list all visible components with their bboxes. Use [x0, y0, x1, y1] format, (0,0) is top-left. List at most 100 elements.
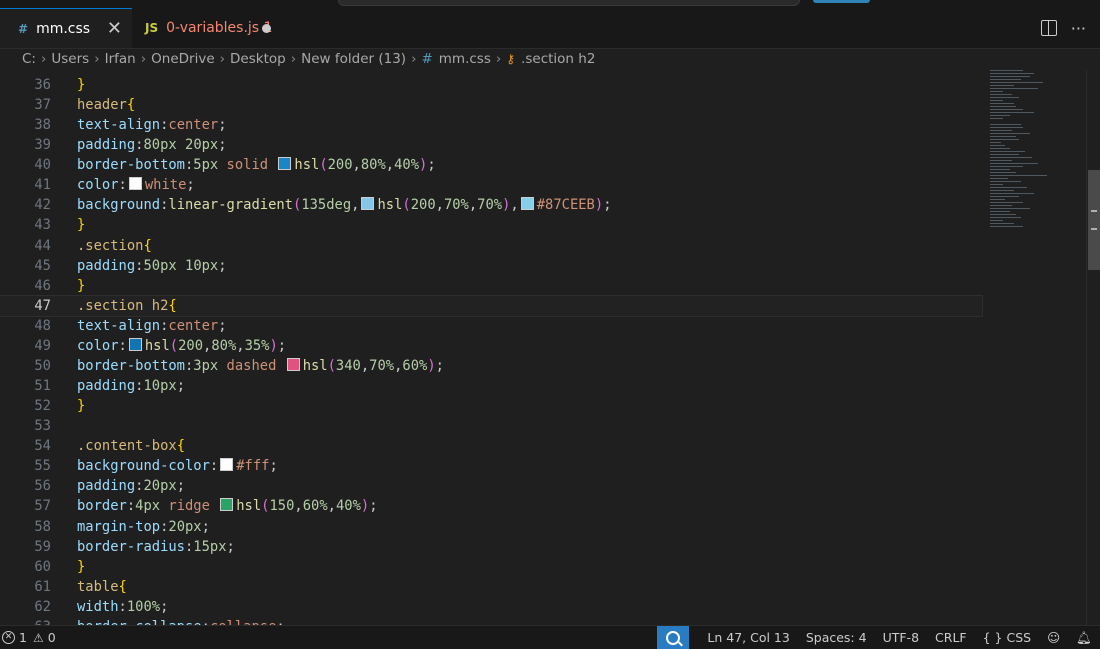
line-code[interactable]: table{	[77, 577, 127, 597]
line-code[interactable]: text-align:center;	[77, 316, 227, 336]
more-actions-icon[interactable]: ···	[1071, 19, 1086, 38]
code-line[interactable]: 50 border-bottom:3px dashed hsl(340,70%,6…	[0, 356, 982, 376]
line-code[interactable]: border-bottom:5px solid hsl(200,80%,40%)…	[77, 155, 436, 175]
line-code[interactable]: width:100%;	[77, 597, 168, 617]
breadcrumb-item[interactable]: C:	[22, 51, 36, 67]
code-line[interactable]: 44 .section{	[0, 236, 982, 256]
line-code[interactable]: }	[77, 215, 85, 235]
code-line[interactable]: 46}	[0, 276, 982, 296]
code-line[interactable]: 43}	[0, 215, 982, 235]
encoding[interactable]: UTF-8	[875, 630, 927, 645]
code-line[interactable]: 37 header{	[0, 95, 982, 115]
editor-actions: ···	[1040, 8, 1100, 48]
zoom-button[interactable]	[657, 626, 690, 649]
color-swatch[interactable]	[361, 197, 375, 211]
line-code[interactable]: }	[77, 75, 85, 95]
line-code[interactable]: padding:20px;	[77, 476, 185, 496]
minimap-line	[990, 139, 1019, 140]
line-number: 51	[34, 378, 51, 395]
code-line[interactable]: 62 width:100%;	[0, 597, 982, 617]
line-code[interactable]: .section{	[77, 236, 152, 256]
code-line[interactable]: 56 padding:20px;	[0, 476, 982, 496]
line-code[interactable]: border-radius:15px;	[77, 537, 235, 557]
line-code[interactable]: padding:50px 10px;	[77, 256, 227, 276]
breadcrumb-item[interactable]: OneDrive	[151, 51, 214, 67]
color-swatch[interactable]	[220, 498, 234, 512]
line-code[interactable]: border:4px ridge hsl(150,60%,40%);	[77, 496, 378, 516]
problems-indicator[interactable]: ✕ 1 ⚠ 0	[0, 626, 56, 649]
color-swatch[interactable]	[286, 357, 300, 371]
code-line[interactable]: 52}	[0, 396, 982, 416]
code-line[interactable]: 59 border-radius:15px;	[0, 537, 982, 557]
line-code[interactable]: color: white;	[77, 175, 195, 195]
code-line[interactable]: 48 text-align:center;	[0, 316, 982, 336]
line-code[interactable]: margin-top:20px;	[77, 517, 210, 537]
code-line[interactable]: 63 border-collapse:collapse;	[0, 617, 982, 625]
breadcrumb-file[interactable]: mm.css	[439, 51, 491, 67]
breadcrumb-symbol[interactable]: .section h2	[521, 51, 595, 67]
code-line[interactable]: 45 padding:50px 10px;	[0, 256, 982, 276]
code-line[interactable]: 39 padding:80px 20px;	[0, 135, 982, 155]
code-line[interactable]: 54 .content-box{	[0, 436, 982, 456]
line-code[interactable]: background-color: #fff;	[77, 456, 278, 476]
language-mode[interactable]: { } CSS	[975, 630, 1039, 645]
code-line[interactable]: 49 color: hsl(200,80%,35%);	[0, 336, 982, 356]
code-line[interactable]: 58 margin-top:20px;	[0, 517, 982, 537]
unsaved-dot-icon[interactable]	[262, 23, 271, 33]
bell-icon[interactable]: 🔔︎	[1068, 630, 1100, 646]
line-code[interactable]: }	[77, 276, 85, 296]
vertical-scrollbar[interactable]	[1086, 70, 1100, 625]
code-line[interactable]: 51 padding:10px;	[0, 376, 982, 396]
color-swatch[interactable]	[128, 177, 142, 191]
line-code[interactable]: header{	[77, 95, 135, 115]
js-file-icon: JS	[145, 21, 159, 35]
code-line[interactable]: 36}	[0, 75, 982, 95]
line-code[interactable]: background:linear-gradient(135deg, hsl(20…	[77, 195, 612, 215]
code-line[interactable]: 41 color: white;	[0, 175, 982, 195]
split-editor-icon[interactable]	[1040, 20, 1057, 36]
code-line[interactable]: 61 table{	[0, 577, 982, 597]
copilot-icon[interactable]: ☺	[1039, 630, 1068, 645]
line-code[interactable]: border-bottom:3px dashed hsl(340,70%,60%…	[77, 356, 444, 376]
breadcrumb-item[interactable]: Irfan	[105, 51, 136, 67]
code-line[interactable]: 55 background-color: #fff;	[0, 456, 982, 476]
color-swatch[interactable]	[128, 337, 142, 351]
scrollbar-thumb[interactable]	[1088, 170, 1100, 270]
breadcrumb-item[interactable]: New folder (13)	[301, 51, 406, 67]
line-code[interactable]: }	[77, 557, 85, 577]
code-line[interactable]: 47 .section h2{	[0, 294, 983, 317]
line-code[interactable]: color: hsl(200,80%,35%);	[77, 336, 286, 356]
code-line[interactable]: 60}	[0, 557, 982, 577]
code-editor[interactable]: 36} 37 header{38 text-align:center; 39 paddin…	[0, 70, 1086, 625]
indentation[interactable]: Spaces: 4	[798, 630, 875, 645]
code-line[interactable]: 42 background:linear-gradient(135deg, hsl(…	[0, 195, 982, 215]
line-code[interactable]: text-align:center;	[77, 115, 227, 135]
end-of-line[interactable]: CRLF	[927, 630, 975, 645]
code-line[interactable]: 38 text-align:center;	[0, 115, 982, 135]
color-swatch[interactable]	[220, 458, 234, 472]
tab-0-variables-js[interactable]: JS 0-variables.js 1	[133, 8, 283, 48]
title-bar-accent[interactable]	[813, 0, 870, 3]
line-code[interactable]: .content-box{	[77, 436, 185, 456]
breadcrumb-item[interactable]: Users	[51, 51, 89, 67]
code-line[interactable]: 53	[0, 416, 982, 436]
line-code[interactable]: .section h2{	[77, 296, 177, 316]
line-code[interactable]: padding:10px;	[77, 376, 185, 396]
code-line[interactable]: 57 border:4px ridge hsl(150,60%,40%);	[0, 496, 982, 516]
line-code[interactable]: border-collapse:collapse;	[77, 617, 285, 625]
code-line[interactable]: 40 border-bottom:5px solid hsl(200,80%,40…	[0, 155, 982, 175]
line-code[interactable]: }	[77, 396, 85, 416]
cursor-position[interactable]: Ln 47, Col 13	[699, 630, 797, 645]
minimap[interactable]	[985, 70, 1085, 230]
line-number: 58	[34, 518, 51, 535]
line-code[interactable]: padding:80px 20px;	[77, 135, 227, 155]
color-swatch[interactable]	[520, 197, 534, 211]
minimap-line	[990, 115, 1010, 116]
command-center[interactable]	[338, 0, 800, 6]
tab-mm-css[interactable]: # mm.css ✕	[0, 8, 132, 48]
line-number: 56	[34, 478, 51, 495]
breadcrumb-item[interactable]: Desktop	[230, 51, 286, 67]
minimap-line	[990, 193, 1034, 194]
color-swatch[interactable]	[278, 157, 292, 171]
close-icon[interactable]: ✕	[107, 18, 122, 39]
